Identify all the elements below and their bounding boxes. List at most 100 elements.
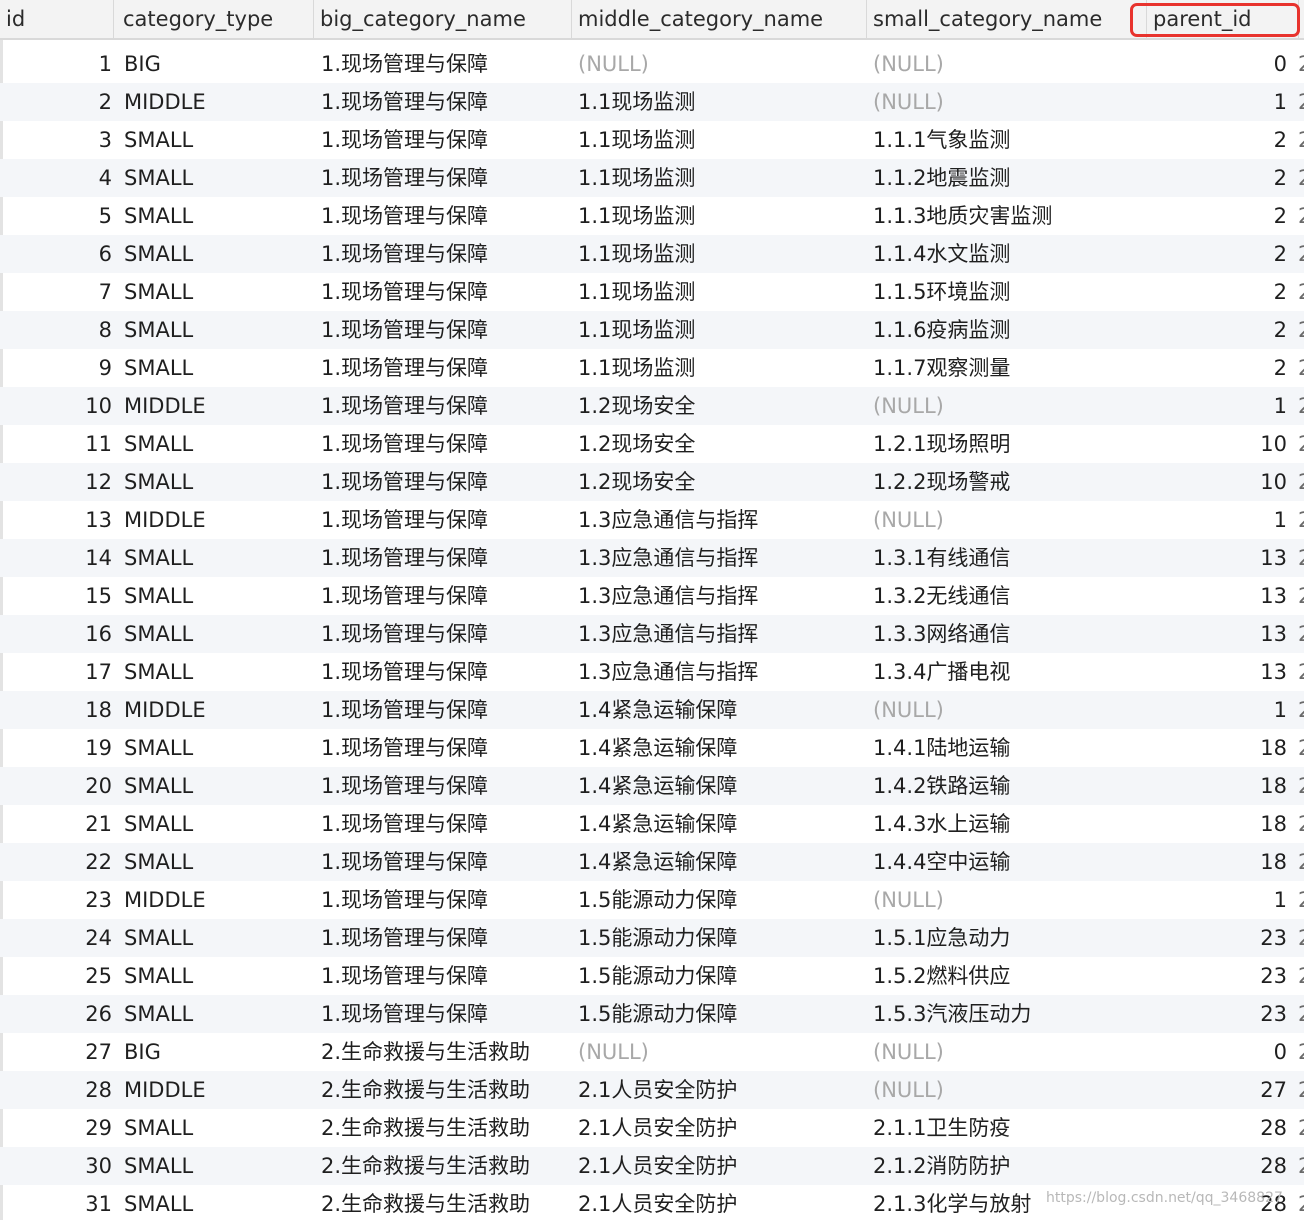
cell-overflow[interactable]: 2	[1298, 881, 1304, 919]
cell-small-category-name[interactable]: 1.1.6疫病监测	[873, 311, 1133, 349]
cell-big-category-name[interactable]: 1.现场管理与保障	[321, 273, 569, 311]
table-row[interactable]: 17SMALL1.现场管理与保障1.3应急通信与指挥1.3.4广播电视132	[0, 653, 1304, 691]
cell-id[interactable]: 18	[0, 691, 112, 729]
cell-parent-id[interactable]: 23	[1140, 957, 1287, 995]
column-header-small-category-name[interactable]: small_category_name	[866, 0, 1146, 38]
cell-category-type[interactable]: SMALL	[124, 539, 314, 577]
cell-small-category-name[interactable]: 1.1.2地震监测	[873, 159, 1133, 197]
cell-small-category-name[interactable]: 1.4.2铁路运输	[873, 767, 1133, 805]
cell-id[interactable]: 16	[0, 615, 112, 653]
cell-overflow[interactable]: 2	[1298, 653, 1304, 691]
cell-small-category-name[interactable]: 1.4.3水上运输	[873, 805, 1133, 843]
cell-middle-category-name[interactable]: 1.3应急通信与指挥	[578, 615, 866, 653]
cell-overflow[interactable]: 2	[1298, 1071, 1304, 1109]
cell-small-category-name[interactable]: 1.5.1应急动力	[873, 919, 1133, 957]
table-row[interactable]: 26SMALL1.现场管理与保障1.5能源动力保障1.5.3汽液压动力232	[0, 995, 1304, 1033]
table-row[interactable]: 21SMALL1.现场管理与保障1.4紧急运输保障1.4.3水上运输182	[0, 805, 1304, 843]
cell-parent-id[interactable]: 18	[1140, 843, 1287, 881]
cell-middle-category-name[interactable]: 1.4紧急运输保障	[578, 729, 866, 767]
cell-category-type[interactable]: SMALL	[124, 425, 314, 463]
table-row[interactable]: 29SMALL2.生命救援与生活救助2.1人员安全防护2.1.1卫生防疫282	[0, 1109, 1304, 1147]
column-header-big-category-name[interactable]: big_category_name	[313, 0, 571, 38]
cell-middle-category-name[interactable]: 1.3应急通信与指挥	[578, 501, 866, 539]
cell-overflow[interactable]: 2	[1298, 387, 1304, 425]
cell-big-category-name[interactable]: 1.现场管理与保障	[321, 311, 569, 349]
cell-parent-id[interactable]: 0	[1140, 45, 1287, 83]
cell-overflow[interactable]: 2	[1298, 311, 1304, 349]
column-header-parent-id[interactable]: parent_id	[1146, 0, 1298, 38]
cell-small-category-name[interactable]: 1.3.2无线通信	[873, 577, 1133, 615]
cell-big-category-name[interactable]: 1.现场管理与保障	[321, 463, 569, 501]
cell-category-type[interactable]: SMALL	[124, 577, 314, 615]
cell-small-category-name[interactable]: 1.1.4水文监测	[873, 235, 1133, 273]
cell-big-category-name[interactable]: 2.生命救援与生活救助	[321, 1109, 569, 1147]
cell-small-category-name[interactable]: 1.5.2燃料供应	[873, 957, 1133, 995]
cell-id[interactable]: 20	[0, 767, 112, 805]
table-row[interactable]: 20SMALL1.现场管理与保障1.4紧急运输保障1.4.2铁路运输182	[0, 767, 1304, 805]
cell-overflow[interactable]: 2	[1298, 1033, 1304, 1071]
cell-middle-category-name[interactable]: 1.1现场监测	[578, 349, 866, 387]
cell-parent-id[interactable]: 18	[1140, 805, 1287, 843]
cell-small-category-name[interactable]: 1.3.3网络通信	[873, 615, 1133, 653]
table-row[interactable]: 3SMALL1.现场管理与保障1.1现场监测1.1.1气象监测22	[0, 121, 1304, 159]
cell-category-type[interactable]: BIG	[124, 45, 314, 83]
table-row[interactable]: 19SMALL1.现场管理与保障1.4紧急运输保障1.4.1陆地运输182	[0, 729, 1304, 767]
cell-big-category-name[interactable]: 1.现场管理与保障	[321, 197, 569, 235]
cell-big-category-name[interactable]: 1.现场管理与保障	[321, 881, 569, 919]
cell-overflow[interactable]: 2	[1298, 1185, 1304, 1220]
cell-overflow[interactable]: 2	[1298, 83, 1304, 121]
cell-category-type[interactable]: SMALL	[124, 235, 314, 273]
cell-overflow[interactable]: 2	[1298, 45, 1304, 83]
cell-overflow[interactable]: 2	[1298, 691, 1304, 729]
cell-small-category-name[interactable]: (NULL)	[873, 83, 1133, 121]
cell-parent-id[interactable]: 18	[1140, 729, 1287, 767]
cell-parent-id[interactable]: 2	[1140, 273, 1287, 311]
cell-id[interactable]: 29	[0, 1109, 112, 1147]
cell-id[interactable]: 12	[0, 463, 112, 501]
cell-small-category-name[interactable]: 1.1.1气象监测	[873, 121, 1133, 159]
cell-parent-id[interactable]: 2	[1140, 349, 1287, 387]
cell-middle-category-name[interactable]: 1.4紧急运输保障	[578, 767, 866, 805]
cell-id[interactable]: 13	[0, 501, 112, 539]
cell-parent-id[interactable]: 13	[1140, 577, 1287, 615]
table-row[interactable]: 23MIDDLE1.现场管理与保障1.5能源动力保障(NULL)12	[0, 881, 1304, 919]
cell-middle-category-name[interactable]: 1.2现场安全	[578, 387, 866, 425]
cell-small-category-name[interactable]: (NULL)	[873, 691, 1133, 729]
cell-parent-id[interactable]: 10	[1140, 463, 1287, 501]
cell-id[interactable]: 4	[0, 159, 112, 197]
cell-big-category-name[interactable]: 1.现场管理与保障	[321, 957, 569, 995]
cell-id[interactable]: 28	[0, 1071, 112, 1109]
cell-category-type[interactable]: SMALL	[124, 957, 314, 995]
cell-overflow[interactable]: 2	[1298, 805, 1304, 843]
cell-small-category-name[interactable]: (NULL)	[873, 1033, 1133, 1071]
cell-id[interactable]: 2	[0, 83, 112, 121]
cell-small-category-name[interactable]: 1.2.1现场照明	[873, 425, 1133, 463]
cell-category-type[interactable]: SMALL	[124, 843, 314, 881]
cell-category-type[interactable]: SMALL	[124, 805, 314, 843]
cell-parent-id[interactable]: 28	[1140, 1147, 1287, 1185]
column-header-category-type[interactable]: category_type	[113, 0, 313, 38]
cell-overflow[interactable]: 2	[1298, 273, 1304, 311]
cell-big-category-name[interactable]: 1.现场管理与保障	[321, 425, 569, 463]
cell-overflow[interactable]: 2	[1298, 957, 1304, 995]
cell-middle-category-name[interactable]: 1.1现场监测	[578, 83, 866, 121]
cell-middle-category-name[interactable]: (NULL)	[578, 1033, 866, 1071]
cell-id[interactable]: 7	[0, 273, 112, 311]
cell-id[interactable]: 11	[0, 425, 112, 463]
cell-big-category-name[interactable]: 1.现场管理与保障	[321, 235, 569, 273]
cell-big-category-name[interactable]: 1.现场管理与保障	[321, 653, 569, 691]
cell-overflow[interactable]: 2	[1298, 425, 1304, 463]
cell-category-type[interactable]: SMALL	[124, 349, 314, 387]
cell-big-category-name[interactable]: 1.现场管理与保障	[321, 539, 569, 577]
cell-overflow[interactable]: 2	[1298, 577, 1304, 615]
cell-id[interactable]: 21	[0, 805, 112, 843]
cell-category-type[interactable]: SMALL	[124, 767, 314, 805]
cell-big-category-name[interactable]: 1.现场管理与保障	[321, 349, 569, 387]
column-header-id[interactable]: id	[0, 0, 113, 38]
table-row[interactable]: 2MIDDLE1.现场管理与保障1.1现场监测(NULL)12	[0, 83, 1304, 121]
cell-overflow[interactable]: 2	[1298, 767, 1304, 805]
cell-id[interactable]: 17	[0, 653, 112, 691]
cell-middle-category-name[interactable]: 1.4紧急运输保障	[578, 691, 866, 729]
cell-middle-category-name[interactable]: 1.1现场监测	[578, 311, 866, 349]
cell-parent-id[interactable]: 1	[1140, 501, 1287, 539]
